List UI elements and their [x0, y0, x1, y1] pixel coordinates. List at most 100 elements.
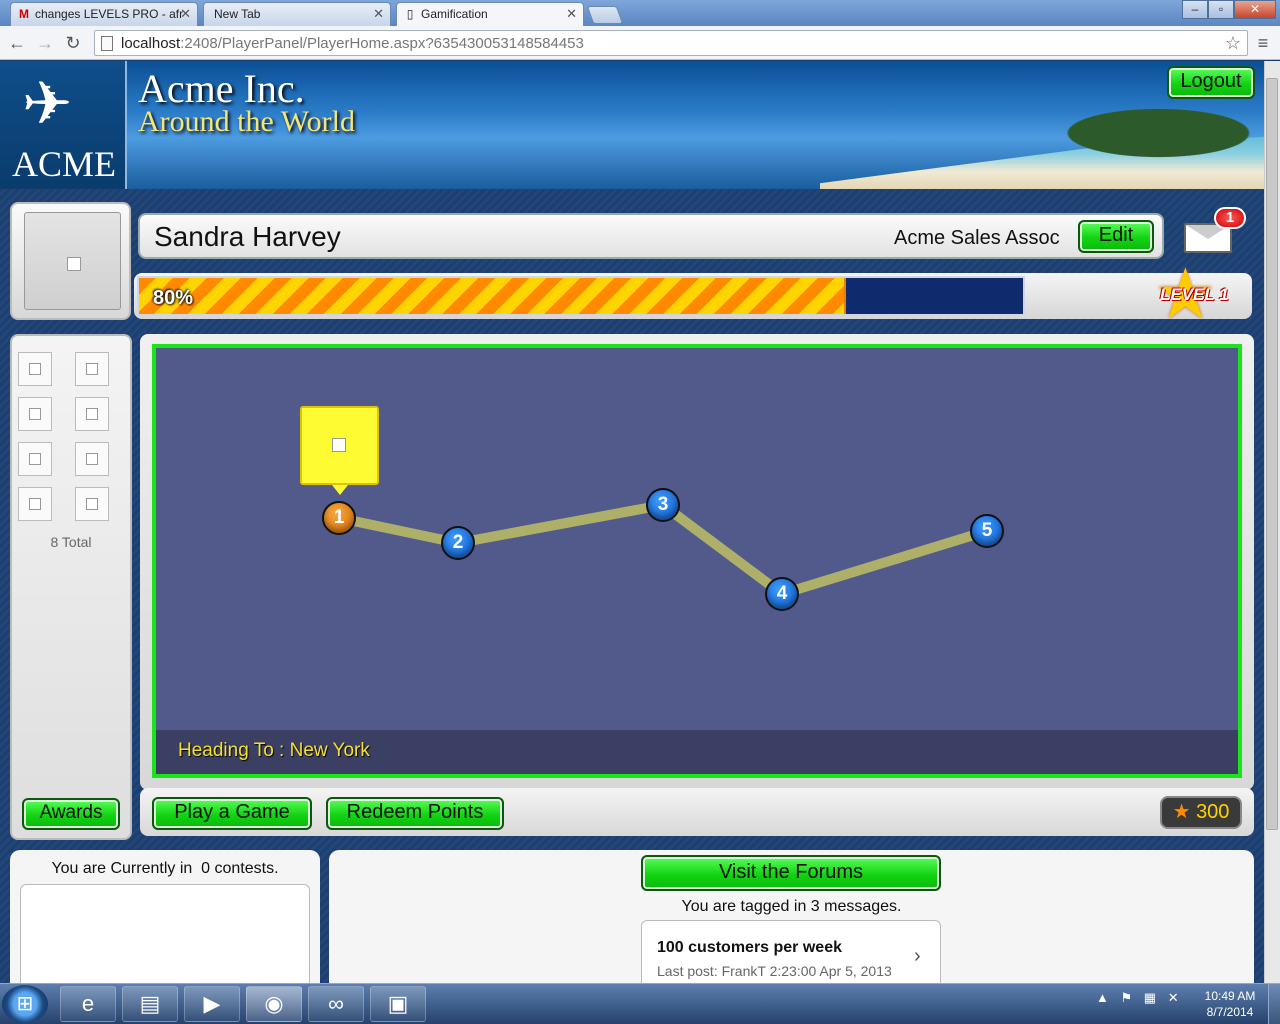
player-name-bar: Sandra Harvey Acme Sales Assoc Edit [138, 213, 1164, 259]
journey-map-panel: 1 2 3 4 5 Heading To : New York [140, 334, 1254, 790]
award-badge[interactable] [18, 487, 52, 521]
windows-taskbar: ⊞ e ▤ ▶ ◉ ∞ ▣ ▲ ⚑ ▦ ✕ 10:49 AM 8/7/2014 [0, 983, 1280, 1024]
points-value: 300 [1196, 801, 1230, 823]
new-tab-button[interactable] [586, 6, 624, 24]
level-progress-panel: 80% ★ LEVEL 1 [134, 259, 1252, 329]
heading-to-text: Heading To : New York [178, 740, 370, 761]
award-badge[interactable] [18, 352, 52, 386]
tab-label: Gamification [421, 7, 488, 21]
tagged-messages-text: You are tagged in 3 messages. [681, 898, 902, 915]
chrome-icon[interactable]: ◉ [246, 986, 302, 1022]
url-host: localhost [121, 35, 181, 52]
forum-message-item[interactable]: 100 customers per week Last post: FrankT… [641, 920, 941, 983]
award-badge[interactable] [75, 487, 109, 521]
page-icon [101, 36, 113, 51]
route-line [337, 500, 989, 599]
restore-button[interactable]: ▫ [1208, 0, 1234, 19]
route-stop-4[interactable]: 4 [765, 577, 799, 611]
logo-text: ACME [12, 144, 117, 184]
award-badge[interactable] [75, 442, 109, 476]
forums-panel: Visit the Forums You are tagged in 3 mes… [329, 850, 1254, 983]
broken-image-icon [332, 438, 346, 452]
contests-panel: You are Currently in 0 contests. [10, 850, 320, 983]
forward-icon[interactable]: → [34, 32, 56, 54]
infinity-app-icon[interactable]: ∞ [308, 986, 364, 1022]
broken-image-icon [86, 408, 98, 420]
ie-icon[interactable]: e [60, 986, 116, 1022]
scrollbar-thumb[interactable] [1266, 78, 1278, 830]
progress-bar: 80% [137, 276, 1025, 316]
message-title: 100 customers per week [657, 939, 842, 956]
explorer-icon[interactable]: ▤ [122, 986, 178, 1022]
route-stop-5[interactable]: 5 [970, 514, 1004, 548]
taskbar-clock[interactable]: 10:49 AM 8/7/2014 [1198, 988, 1262, 1020]
level-badge-label: LEVEL 1 [1160, 285, 1229, 304]
start-button[interactable]: ⊞ [2, 985, 48, 1023]
header-banner: ✈ ACME Acme Inc. Around the World Logout [0, 61, 1264, 189]
url-path: :2408/PlayerPanel/PlayerHome.aspx?635430… [180, 35, 584, 52]
message-meta: Last post: FrankT 2:23:00 Apr 5, 2013 [657, 963, 892, 979]
progress-fill [139, 278, 847, 314]
action-center-icon[interactable]: ⚑ [1121, 990, 1133, 1005]
route-stop-2[interactable]: 2 [441, 526, 475, 560]
contests-list[interactable] [20, 884, 310, 983]
reload-icon[interactable]: ↻ [62, 32, 84, 54]
media-player-icon[interactable]: ▶ [184, 986, 240, 1022]
award-badge[interactable] [75, 397, 109, 431]
edit-profile-button[interactable]: Edit [1078, 220, 1154, 253]
award-badge[interactable] [18, 397, 52, 431]
action-bar: Play a Game Redeem Points ★ 300 [140, 788, 1254, 836]
photo-viewer-icon[interactable]: ▣ [370, 986, 426, 1022]
tab-new-tab[interactable]: New Tab ✕ [203, 2, 391, 26]
visit-forums-button[interactable]: Visit the Forums [641, 855, 941, 891]
address-bar[interactable]: localhost:2408/PlayerPanel/PlayerHome.as… [94, 30, 1248, 56]
play-game-button[interactable]: Play a Game [152, 797, 312, 830]
avatar-panel [10, 202, 131, 320]
message-count-badge: 1 [1214, 207, 1246, 229]
palm-trees-image [1000, 91, 1264, 161]
gmail-icon: M [19, 7, 29, 21]
tab-label: changes LEVELS PRO - afr [35, 7, 184, 21]
tab-gmail[interactable]: M changes LEVELS PRO - afr ✕ [10, 2, 198, 26]
points-badge: ★ 300 [1160, 796, 1242, 829]
campaign-title: Around the World [138, 105, 356, 138]
close-tab-icon[interactable]: ✕ [180, 6, 191, 22]
system-tray: ▲ ⚑ ▦ ✕ [1096, 990, 1196, 1018]
player-name: Sandra Harvey [154, 221, 341, 252]
awards-panel: 8 Total Awards [10, 334, 132, 840]
journey-map: 1 2 3 4 5 Heading To : New York [152, 344, 1242, 778]
roadrunner-icon: ✈ [22, 70, 73, 137]
route-stop-1[interactable]: 1 [322, 501, 356, 535]
back-icon[interactable]: ← [6, 32, 28, 54]
award-badge[interactable] [18, 442, 52, 476]
redeem-points-button[interactable]: Redeem Points [326, 797, 504, 830]
browser-toolbar: ← → ↻ localhost:2408/PlayerPanel/PlayerH… [0, 26, 1280, 60]
broken-image-icon [29, 408, 41, 420]
current-location-marker[interactable] [300, 406, 379, 495]
page-icon: ▯ [406, 7, 414, 21]
tab-gamification[interactable]: ▯ Gamification ✕ [396, 2, 584, 26]
close-tab-icon[interactable]: ✕ [566, 6, 577, 22]
show-hidden-icons-icon[interactable]: ▲ [1096, 990, 1109, 1005]
network-icon[interactable]: ▦ [1144, 990, 1156, 1005]
minimize-button[interactable]: – [1182, 0, 1208, 19]
route-stop-3[interactable]: 3 [646, 488, 680, 522]
broken-image-icon [29, 498, 41, 510]
logout-button[interactable]: Logout [1167, 66, 1255, 99]
clock-time: 10:49 AM [1204, 989, 1256, 1003]
browser-tab-strip: M changes LEVELS PRO - afr ✕ New Tab ✕ ▯… [0, 0, 1280, 26]
volume-muted-icon[interactable]: ✕ [1168, 990, 1179, 1005]
close-tab-icon[interactable]: ✕ [373, 6, 384, 22]
awards-button[interactable]: Awards [22, 798, 120, 830]
award-badge[interactable] [75, 352, 109, 386]
broken-image-icon [67, 257, 81, 271]
progress-percent: 80% [153, 287, 194, 309]
show-desktop-button[interactable] [1268, 984, 1280, 1024]
clock-date: 8/7/2014 [1206, 1005, 1254, 1019]
chevron-right-icon: › [914, 945, 921, 967]
menu-icon[interactable]: ≡ [1252, 32, 1274, 54]
messages-button[interactable]: 1 [1172, 207, 1252, 255]
avatar[interactable] [24, 212, 121, 310]
bookmark-star-icon[interactable]: ☆ [1225, 33, 1241, 54]
close-window-button[interactable]: ✕ [1234, 0, 1276, 19]
